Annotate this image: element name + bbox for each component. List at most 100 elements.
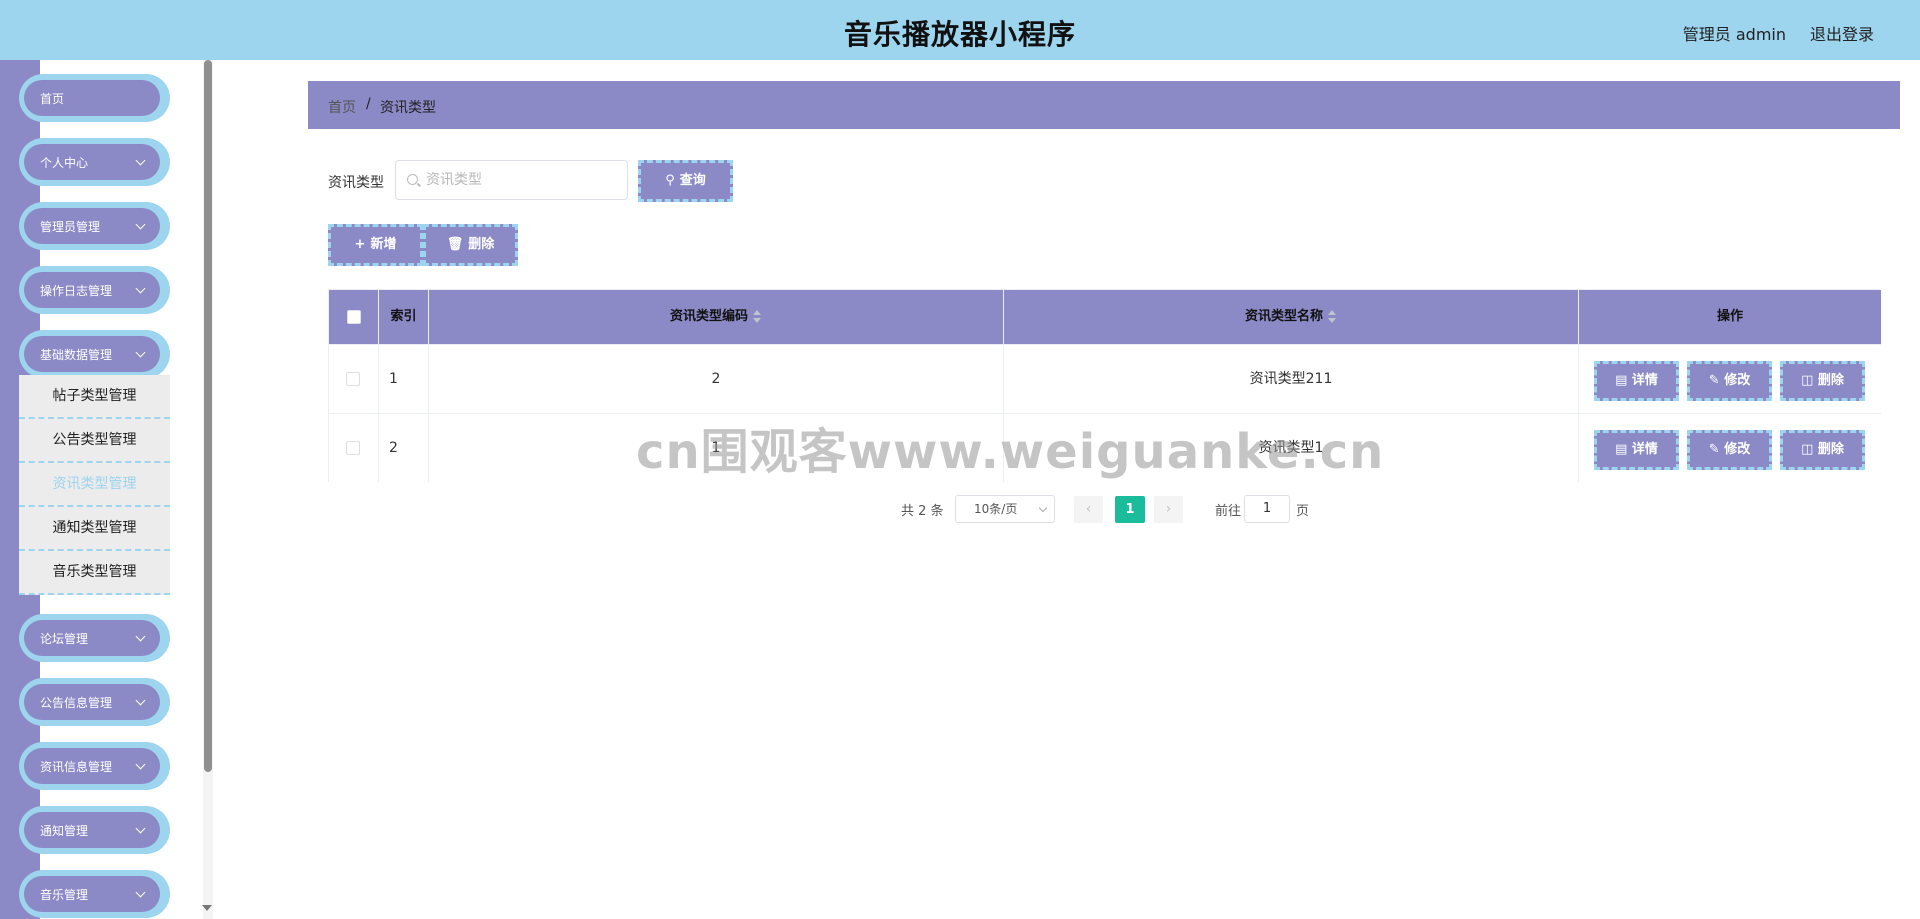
sidebar-item-announcement[interactable]: 公告信息管理 xyxy=(19,678,170,726)
top-header: 音乐播放器小程序 管理员 admin 退出登录 xyxy=(0,0,1920,60)
sidebar-item-personal-center[interactable]: 个人中心 xyxy=(19,138,170,186)
trash-icon: ◫ xyxy=(1801,442,1818,457)
sidebar-item-label: 基础数据管理 xyxy=(40,348,113,362)
goto-page-input[interactable]: 1 xyxy=(1244,495,1290,523)
detail-label: 详情 xyxy=(1631,442,1658,457)
detail-button[interactable]: ▤ 详情 xyxy=(1594,430,1679,470)
detail-button[interactable]: ▤ 详情 xyxy=(1594,361,1679,401)
search-input[interactable] xyxy=(426,170,616,190)
goto-suffix: 页 xyxy=(1296,504,1310,519)
column-header-actions: 操作 xyxy=(1579,290,1881,344)
edit-label: 修改 xyxy=(1724,373,1751,388)
select-all-checkbox[interactable] xyxy=(347,310,361,324)
delete-button[interactable]: ◫ 删除 xyxy=(1780,361,1865,401)
plus-icon: + xyxy=(354,237,366,252)
column-header-code[interactable]: 资讯类型编码 xyxy=(429,290,1004,344)
add-button-label: 新增 xyxy=(370,237,397,252)
submenu-item-notification-type[interactable]: 通知类型管理 xyxy=(19,507,170,551)
sidebar-item-label: 音乐管理 xyxy=(40,888,89,902)
basic-data-submenu: 帖子类型管理 公告类型管理 资讯类型管理 通知类型管理 音乐类型管理 xyxy=(19,375,170,595)
column-header-label: 资讯类型名称 xyxy=(1244,309,1323,324)
edit-pencil-icon: ✎ xyxy=(1708,442,1725,457)
row-code: 1 xyxy=(429,414,1004,482)
sidebar-item-label: 通知管理 xyxy=(40,824,89,838)
app-title: 音乐播放器小程序 xyxy=(843,18,1076,51)
table-row: 1 2 资讯类型211 ▤ 详情 ✎ 修改 ◫ 删除 xyxy=(329,344,1881,413)
sidebar-scrollbar-thumb[interactable] xyxy=(204,60,212,772)
sidebar-item-label: 管理员管理 xyxy=(40,220,101,234)
search-label: 资讯类型 xyxy=(328,175,384,191)
query-button-label: 查询 xyxy=(679,173,706,188)
column-header-label: 资讯类型编码 xyxy=(669,309,748,324)
news-type-table: 索引 资讯类型编码 资讯类型名称 操作 1 2 资讯类型211 ▤ 详情 ✎ 修… xyxy=(328,289,1881,482)
column-header-label: 操作 xyxy=(1716,309,1743,324)
page-number-current[interactable]: 1 xyxy=(1115,496,1145,523)
breadcrumb-home-link[interactable]: 首页 xyxy=(328,97,356,117)
sidebar-item-label: 操作日志管理 xyxy=(40,284,113,298)
column-header-label: 索引 xyxy=(390,309,417,324)
sidebar-item-label: 公告信息管理 xyxy=(40,696,113,710)
row-select-cell xyxy=(329,345,379,413)
page-size-value: 10条/页 xyxy=(974,502,1018,516)
sidebar-item-operation-log[interactable]: 操作日志管理 xyxy=(19,266,170,314)
row-checkbox[interactable] xyxy=(346,372,360,386)
sidebar-item-forum[interactable]: 论坛管理 xyxy=(19,614,170,662)
detail-label: 详情 xyxy=(1631,373,1658,388)
table-row: 2 1 资讯类型1 ▤ 详情 ✎ 修改 ◫ 删除 xyxy=(329,413,1881,482)
trash-icon: 🗑 xyxy=(446,237,464,252)
sidebar-item-label: 个人中心 xyxy=(40,156,89,170)
goto-label: 前往 xyxy=(1215,504,1242,519)
row-index: 2 xyxy=(379,414,429,482)
edit-button[interactable]: ✎ 修改 xyxy=(1687,361,1772,401)
trash-icon: ◫ xyxy=(1801,373,1818,388)
row-checkbox[interactable] xyxy=(346,441,360,455)
submenu-item-notice-type[interactable]: 公告类型管理 xyxy=(19,419,170,463)
current-user-label: 管理员 admin xyxy=(1682,25,1786,44)
sidebar-item-label: 论坛管理 xyxy=(40,632,89,646)
search-icon: ⚲ xyxy=(665,173,675,188)
row-name: 资讯类型211 xyxy=(1004,345,1579,413)
delete-button[interactable]: ◫ 删除 xyxy=(1780,430,1865,470)
submenu-item-news-type[interactable]: 资讯类型管理 xyxy=(19,463,170,507)
column-header-name[interactable]: 资讯类型名称 xyxy=(1004,290,1579,344)
delete-label: 删除 xyxy=(1817,373,1844,388)
row-index: 1 xyxy=(379,345,429,413)
sidebar-item-music[interactable]: 音乐管理 xyxy=(19,870,170,918)
column-header-index: 索引 xyxy=(379,290,429,344)
scroll-down-arrow-icon[interactable] xyxy=(202,905,212,911)
sidebar-item-label: 首页 xyxy=(40,92,65,106)
delete-label: 删除 xyxy=(1817,442,1844,457)
sidebar: 首页 个人中心 管理员管理 操作日志管理 基础数据管理 帖子类型管理 公告类型管… xyxy=(0,60,215,919)
row-name: 资讯类型1 xyxy=(1004,414,1579,482)
sidebar-item-label: 资讯信息管理 xyxy=(40,760,113,774)
chevron-down-icon xyxy=(1038,503,1048,513)
sidebar-item-news[interactable]: 资讯信息管理 xyxy=(19,742,170,790)
select-all-cell xyxy=(329,290,379,344)
edit-button[interactable]: ✎ 修改 xyxy=(1687,430,1772,470)
document-icon: ▤ xyxy=(1615,373,1632,388)
next-page-button[interactable]: › xyxy=(1154,496,1183,523)
search-icon xyxy=(407,174,418,185)
add-button[interactable]: + 新增 xyxy=(328,224,423,266)
breadcrumb-separator: / xyxy=(366,96,371,112)
sidebar-item-home[interactable]: 首页 xyxy=(19,74,170,122)
sort-icon[interactable] xyxy=(1327,309,1337,324)
table-header: 索引 资讯类型编码 资讯类型名称 操作 xyxy=(329,290,1881,344)
row-code: 2 xyxy=(429,345,1004,413)
submenu-item-music-type[interactable]: 音乐类型管理 xyxy=(19,551,170,595)
sidebar-item-basic-data[interactable]: 基础数据管理 xyxy=(19,330,170,378)
sort-icon[interactable] xyxy=(752,309,762,324)
search-field[interactable] xyxy=(395,160,628,200)
page-size-select[interactable]: 10条/页 xyxy=(955,495,1055,523)
edit-pencil-icon: ✎ xyxy=(1708,373,1725,388)
pagination-total: 共 2 条 xyxy=(901,504,944,519)
row-select-cell xyxy=(329,414,379,482)
sidebar-item-notification[interactable]: 通知管理 xyxy=(19,806,170,854)
query-button[interactable]: ⚲ 查询 xyxy=(638,160,733,202)
breadcrumb: 首页 / 资讯类型 xyxy=(308,81,1900,129)
logout-link[interactable]: 退出登录 xyxy=(1810,21,1874,45)
prev-page-button[interactable]: ‹ xyxy=(1074,496,1103,523)
batch-delete-button[interactable]: 🗑 删除 xyxy=(423,224,518,266)
sidebar-item-admin-management[interactable]: 管理员管理 xyxy=(19,202,170,250)
submenu-item-post-type[interactable]: 帖子类型管理 xyxy=(19,375,170,419)
